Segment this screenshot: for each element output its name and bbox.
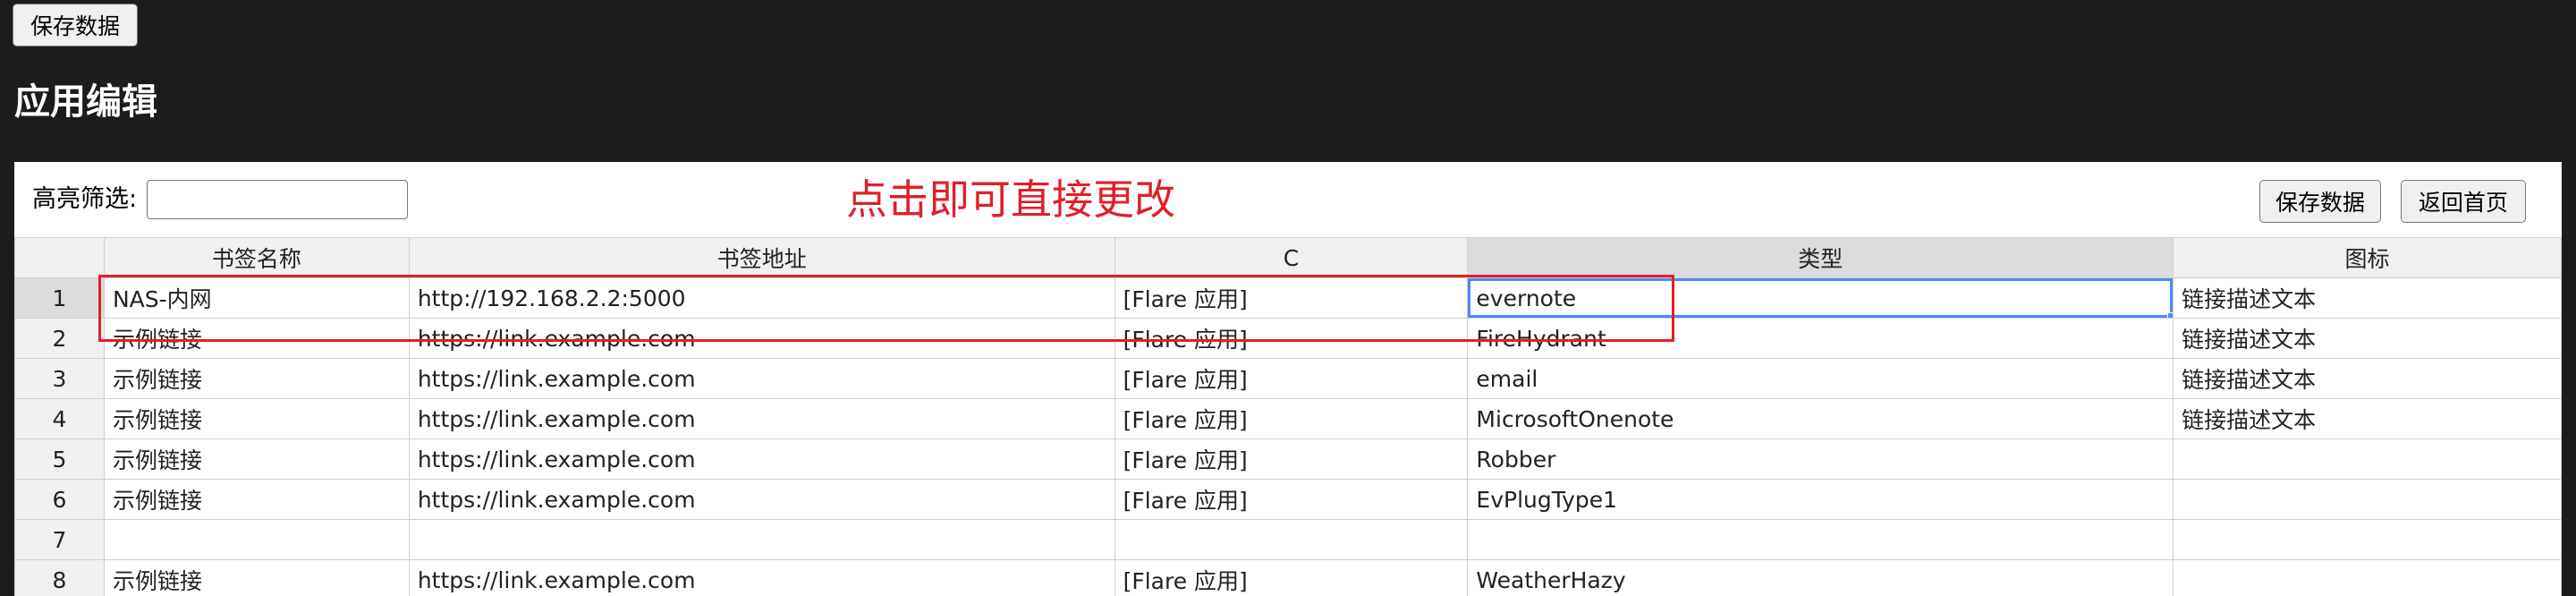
grid-cell[interactable]: https://link.example.com: [408, 318, 1115, 359]
grid-cell[interactable]: evernote: [1467, 277, 2174, 319]
grid-cell[interactable]: [Flare 应用]: [1114, 318, 1469, 359]
grid-cell[interactable]: [1467, 519, 2174, 560]
column-header[interactable]: 书签名称: [103, 237, 410, 278]
grid-cell[interactable]: [Flare 应用]: [1114, 479, 1469, 520]
panel-save-data-button[interactable]: 保存数据: [2259, 180, 2381, 223]
page-title: 应用编辑: [14, 81, 157, 123]
grid-cell[interactable]: https://link.example.com: [408, 559, 1115, 596]
row-number[interactable]: 4: [14, 398, 105, 439]
row-number[interactable]: 8: [14, 559, 105, 596]
table-row[interactable]: 4 示例链接 https://link.example.com [Flare 应用] M…: [14, 398, 2562, 439]
grid-cell[interactable]: [408, 519, 1115, 560]
grid-cell[interactable]: 示例链接: [103, 318, 410, 359]
grid-cell[interactable]: 链接描述文本: [2173, 318, 2562, 359]
grid-cell[interactable]: [2173, 519, 2562, 560]
table-row[interactable]: 1 NAS-内网 http://192.168.2.2:5000 [Flare 应用]…: [14, 277, 2562, 319]
grid-cell[interactable]: [Flare 应用]: [1114, 358, 1469, 399]
editor-panel: 高亮筛选: 点击即可直接更改 保存数据 返回首页 书签名称 书签地址 C 类型 …: [14, 162, 2562, 596]
grid-cell[interactable]: [Flare 应用]: [1114, 277, 1469, 319]
grid-cell[interactable]: http://192.168.2.2:5000: [408, 277, 1115, 319]
grid-cell[interactable]: [103, 519, 410, 560]
grid-header-row: 书签名称 书签地址 C 类型 图标: [14, 237, 2562, 278]
grid-cell[interactable]: https://link.example.com: [408, 358, 1115, 399]
grid-cell[interactable]: https://link.example.com: [408, 479, 1115, 520]
grid-cell[interactable]: [Flare 应用]: [1114, 398, 1469, 439]
row-number[interactable]: 2: [14, 318, 105, 359]
table-row[interactable]: 7: [14, 519, 2562, 560]
grid-cell[interactable]: email: [1467, 358, 2174, 399]
grid-cell[interactable]: [2173, 559, 2562, 596]
grid-cell[interactable]: NAS-内网: [103, 277, 410, 319]
grid-cell[interactable]: 示例链接: [103, 398, 410, 439]
table-row[interactable]: 6 示例链接 https://link.example.com [Flare 应用] E…: [14, 479, 2562, 520]
row-number[interactable]: 3: [14, 358, 105, 399]
column-header[interactable]: 图标: [2173, 237, 2562, 278]
grid-cell[interactable]: https://link.example.com: [408, 438, 1115, 480]
grid-cell[interactable]: Robber: [1467, 438, 2174, 480]
grid-cell[interactable]: 示例链接: [103, 559, 410, 596]
corner-header[interactable]: [14, 237, 105, 278]
grid-cell[interactable]: 示例链接: [103, 479, 410, 520]
grid-cell[interactable]: [Flare 应用]: [1114, 438, 1469, 480]
table-row[interactable]: 5 示例链接 https://link.example.com [Flare 应用] R…: [14, 438, 2562, 480]
column-header[interactable]: C: [1114, 237, 1469, 278]
row-number[interactable]: 5: [14, 438, 105, 480]
table-row[interactable]: 3 示例链接 https://link.example.com [Flare 应用] e…: [14, 358, 2562, 399]
app-data-grid: 书签名称 书签地址 C 类型 图标 1 NAS-内网 http://192.168.…: [14, 237, 2562, 596]
grid-cell[interactable]: [Flare 应用]: [1114, 559, 1469, 596]
row-number[interactable]: 7: [14, 519, 105, 560]
grid-cell[interactable]: [1114, 519, 1469, 560]
save-data-button[interactable]: 保存数据: [13, 4, 138, 47]
back-home-button[interactable]: 返回首页: [2401, 180, 2526, 223]
grid-cell[interactable]: 示例链接: [103, 438, 410, 480]
row-number[interactable]: 6: [14, 479, 105, 520]
grid-cell[interactable]: EvPlugType1: [1467, 479, 2174, 520]
highlight-filter-input[interactable]: [147, 180, 408, 219]
grid-cell[interactable]: MicrosoftOnenote: [1467, 398, 2174, 439]
row-number[interactable]: 1: [14, 277, 105, 319]
grid-cell[interactable]: 链接描述文本: [2173, 277, 2562, 319]
grid-cell[interactable]: [2173, 438, 2562, 480]
grid-cell[interactable]: 示例链接: [103, 358, 410, 399]
table-row[interactable]: 8 示例链接 https://link.example.com [Flare 应用] W…: [14, 559, 2562, 596]
column-header[interactable]: 书签地址: [408, 237, 1115, 278]
column-header[interactable]: 类型: [1467, 237, 2174, 278]
grid-cell[interactable]: 链接描述文本: [2173, 358, 2562, 399]
grid-cell[interactable]: [2173, 479, 2562, 520]
grid-cell[interactable]: FireHydrant: [1467, 318, 2174, 359]
grid-cell[interactable]: WeatherHazy: [1467, 559, 2174, 596]
grid-cell[interactable]: https://link.example.com: [408, 398, 1115, 439]
table-row[interactable]: 2 示例链接 https://link.example.com [Flare 应用] F…: [14, 318, 2562, 359]
edit-hint-annotation: 点击即可直接更改: [846, 175, 1175, 224]
highlight-filter-label: 高亮筛选:: [32, 185, 138, 213]
grid-cell[interactable]: 链接描述文本: [2173, 398, 2562, 439]
